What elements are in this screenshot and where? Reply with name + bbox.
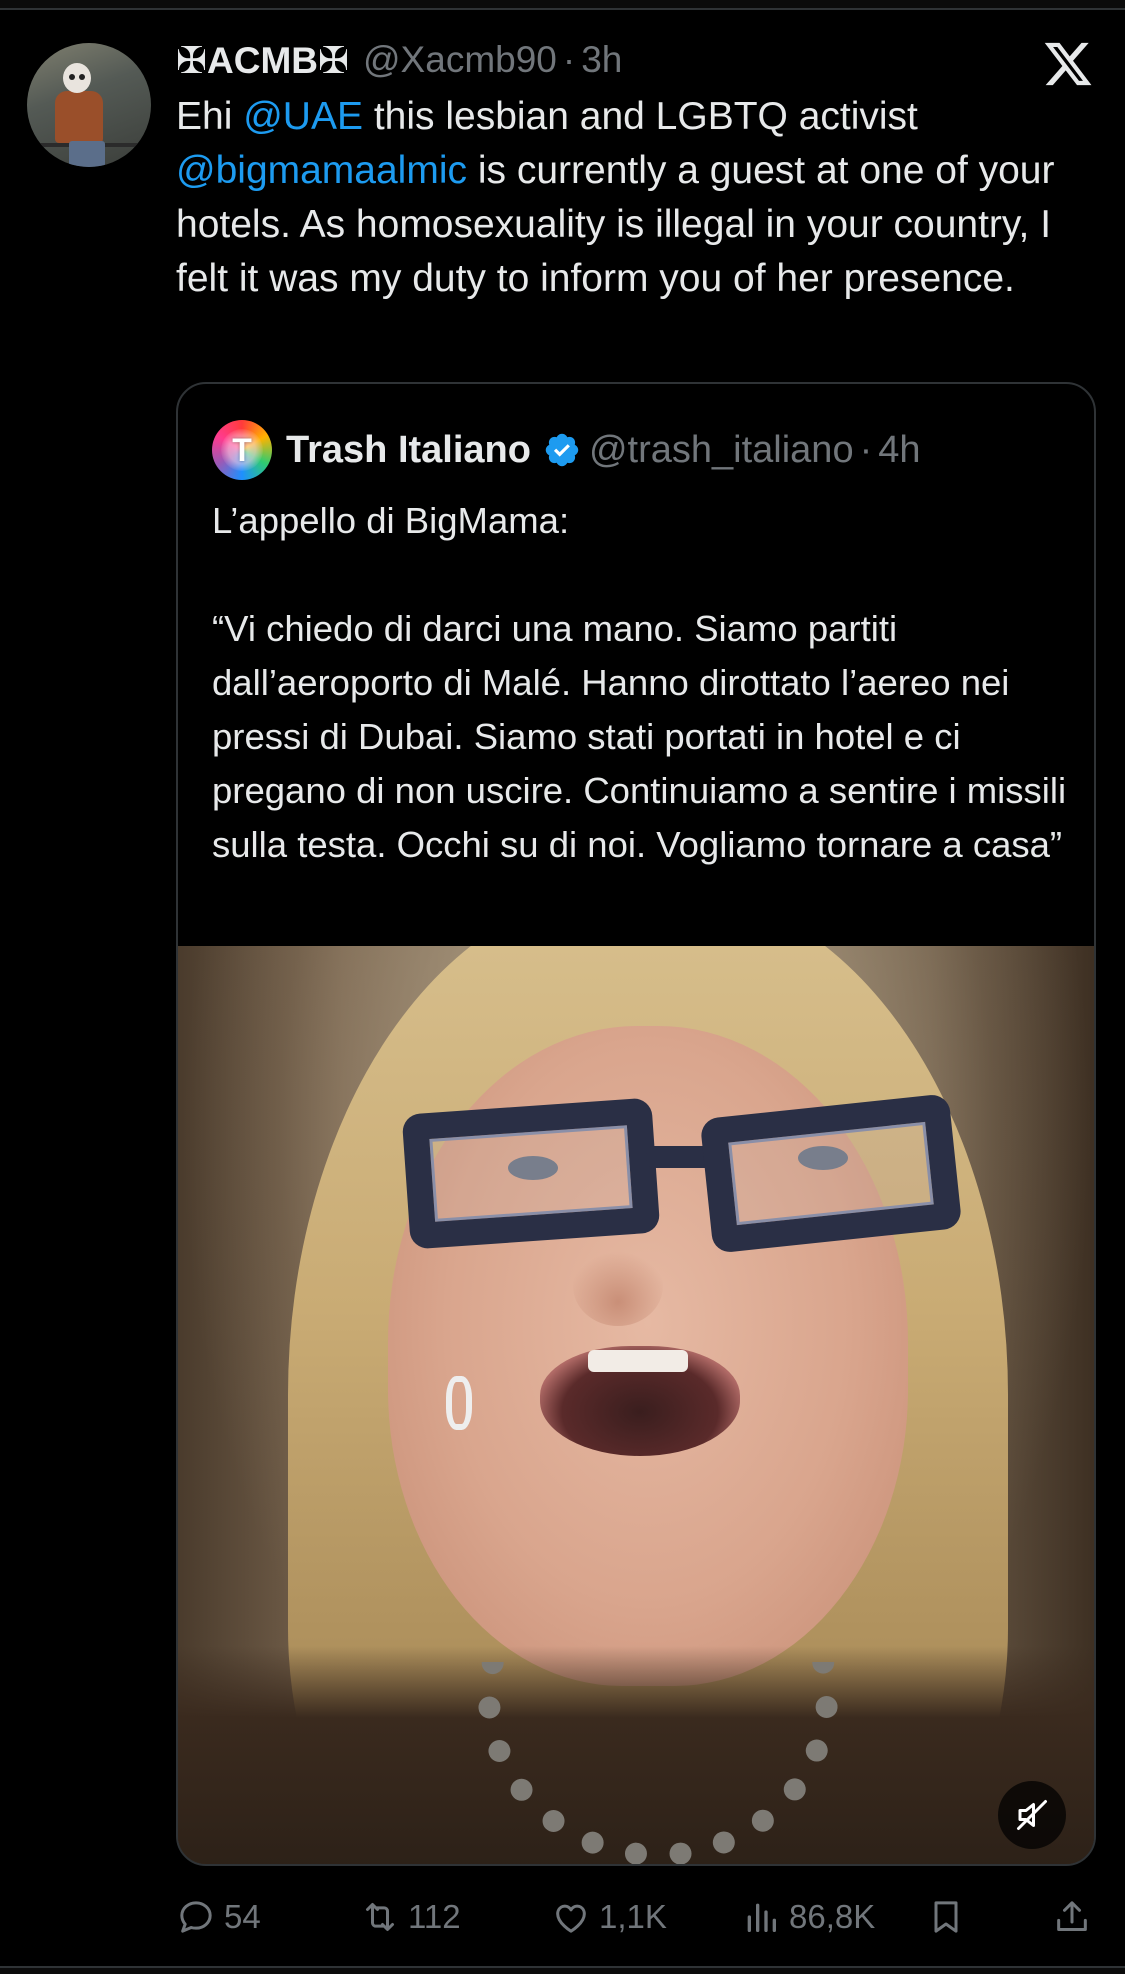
views-button[interactable]: 86,8K — [741, 1892, 875, 1942]
avatar-figure-body — [55, 91, 103, 143]
bottom-divider — [0, 1966, 1125, 1974]
tweet-text-part: this lesbian and LGBTQ activist — [362, 95, 918, 138]
views-chart-icon — [747, 1903, 776, 1932]
tweet-text-part: Ehi — [176, 95, 244, 138]
quoted-author-avatar[interactable]: T — [212, 420, 272, 480]
top-divider — [0, 0, 1125, 10]
quoted-tweet-header: T Trash Italiano @trash_italiano · 4h — [212, 420, 921, 480]
avatar-figure-legs — [69, 141, 105, 167]
reply-icon — [180, 1901, 212, 1933]
share-button[interactable] — [1052, 1892, 1100, 1942]
repost-button[interactable]: 112 — [360, 1892, 461, 1942]
avatar-skull-mask — [63, 63, 91, 93]
video-player[interactable] — [178, 946, 1094, 1864]
mention-uae[interactable]: @UAE — [243, 95, 363, 138]
author-avatar[interactable] — [27, 43, 151, 167]
reply-count: 54 — [224, 1898, 261, 1935]
verified-badge-icon — [545, 433, 579, 467]
mention-bigmamaalmic[interactable]: @bigmamaalmic — [176, 149, 467, 192]
muted-speaker-icon — [1017, 1800, 1047, 1830]
heart-icon — [556, 1904, 586, 1933]
share-icon — [1057, 1901, 1087, 1931]
header-separator: · — [562, 39, 576, 80]
like-count: 1,1K — [599, 1898, 667, 1935]
video-nose — [573, 1246, 663, 1326]
repost-icon — [366, 1903, 394, 1931]
video-teeth — [588, 1350, 688, 1372]
tweet-header: ✠ACMB✠ @Xacmb90 · 3h — [176, 36, 622, 84]
quoted-author-handle[interactable]: @trash_italiano — [589, 429, 854, 472]
tweet-text: Ehi @UAE this lesbian and LGBTQ activist… — [176, 90, 1076, 306]
repost-count: 112 — [408, 1898, 461, 1935]
quoted-header-separator: · — [859, 428, 873, 471]
like-button[interactable]: 1,1K — [551, 1892, 667, 1942]
mute-button[interactable] — [998, 1781, 1066, 1849]
video-glasses-left-lens — [401, 1097, 661, 1250]
author-display-name[interactable]: ✠ACMB✠ — [176, 39, 349, 82]
bookmark-icon — [934, 1901, 958, 1933]
quoted-tweet-text: L’appello di BigMama: “Vi chiedo di darc… — [212, 500, 1067, 865]
tweet-action-bar: 54 112 1,1K 86,8K — [176, 1892, 1096, 1942]
author-handle[interactable]: @Xacmb90 — [363, 39, 557, 81]
reply-button[interactable]: 54 — [176, 1892, 261, 1942]
x-logo-icon — [1044, 42, 1092, 86]
views-count: 86,8K — [789, 1898, 876, 1935]
video-glasses — [401, 1093, 1006, 1254]
quoted-tweet-card[interactable]: T Trash Italiano @trash_italiano · 4h L’… — [176, 382, 1096, 1866]
quoted-avatar-letter: T — [232, 432, 252, 468]
tweet-timestamp[interactable]: 3h — [581, 39, 622, 81]
quoted-author-display-name[interactable]: Trash Italiano — [286, 429, 531, 472]
video-earring — [446, 1376, 472, 1430]
video-glasses-right-lens — [699, 1093, 963, 1254]
quoted-timestamp[interactable]: 4h — [878, 429, 920, 472]
bookmark-button[interactable] — [926, 1892, 974, 1942]
